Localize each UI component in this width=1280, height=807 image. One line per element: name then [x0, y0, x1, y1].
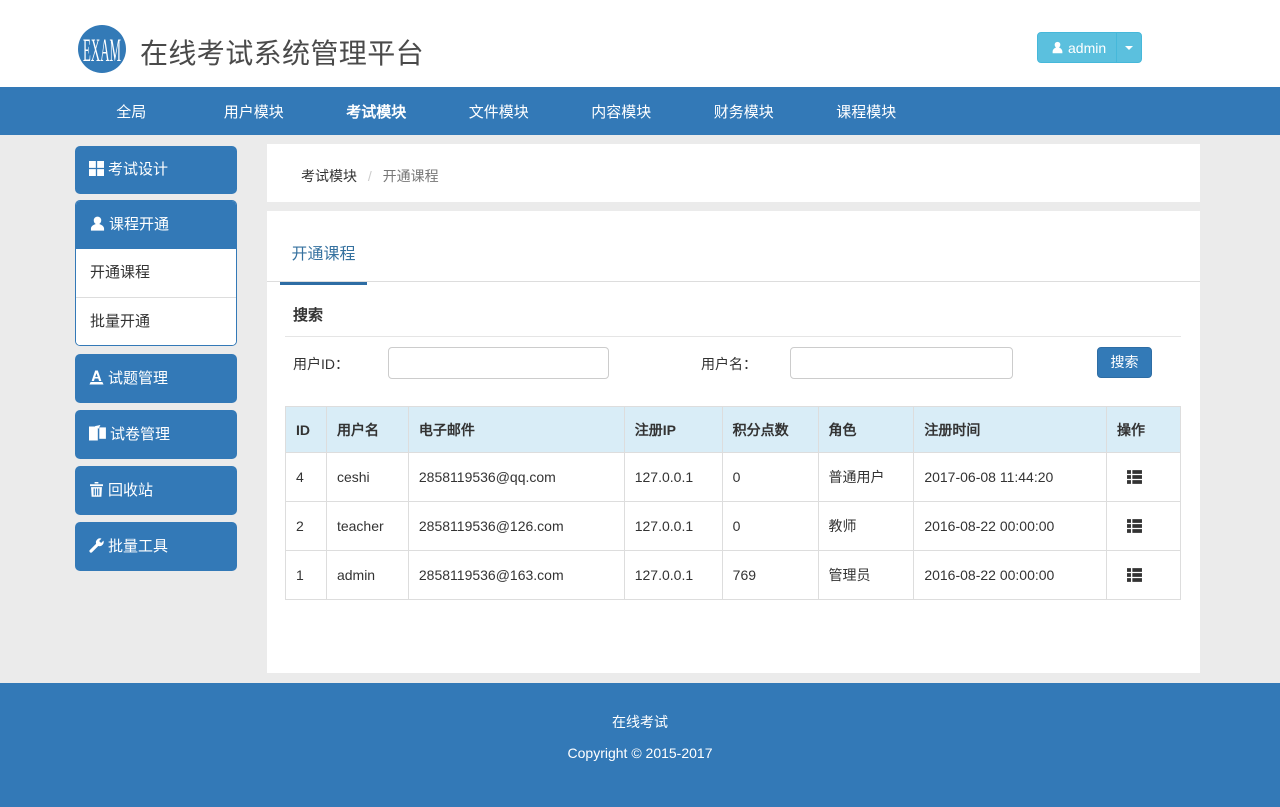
svg-text:EXAM: EXAM — [83, 33, 121, 69]
